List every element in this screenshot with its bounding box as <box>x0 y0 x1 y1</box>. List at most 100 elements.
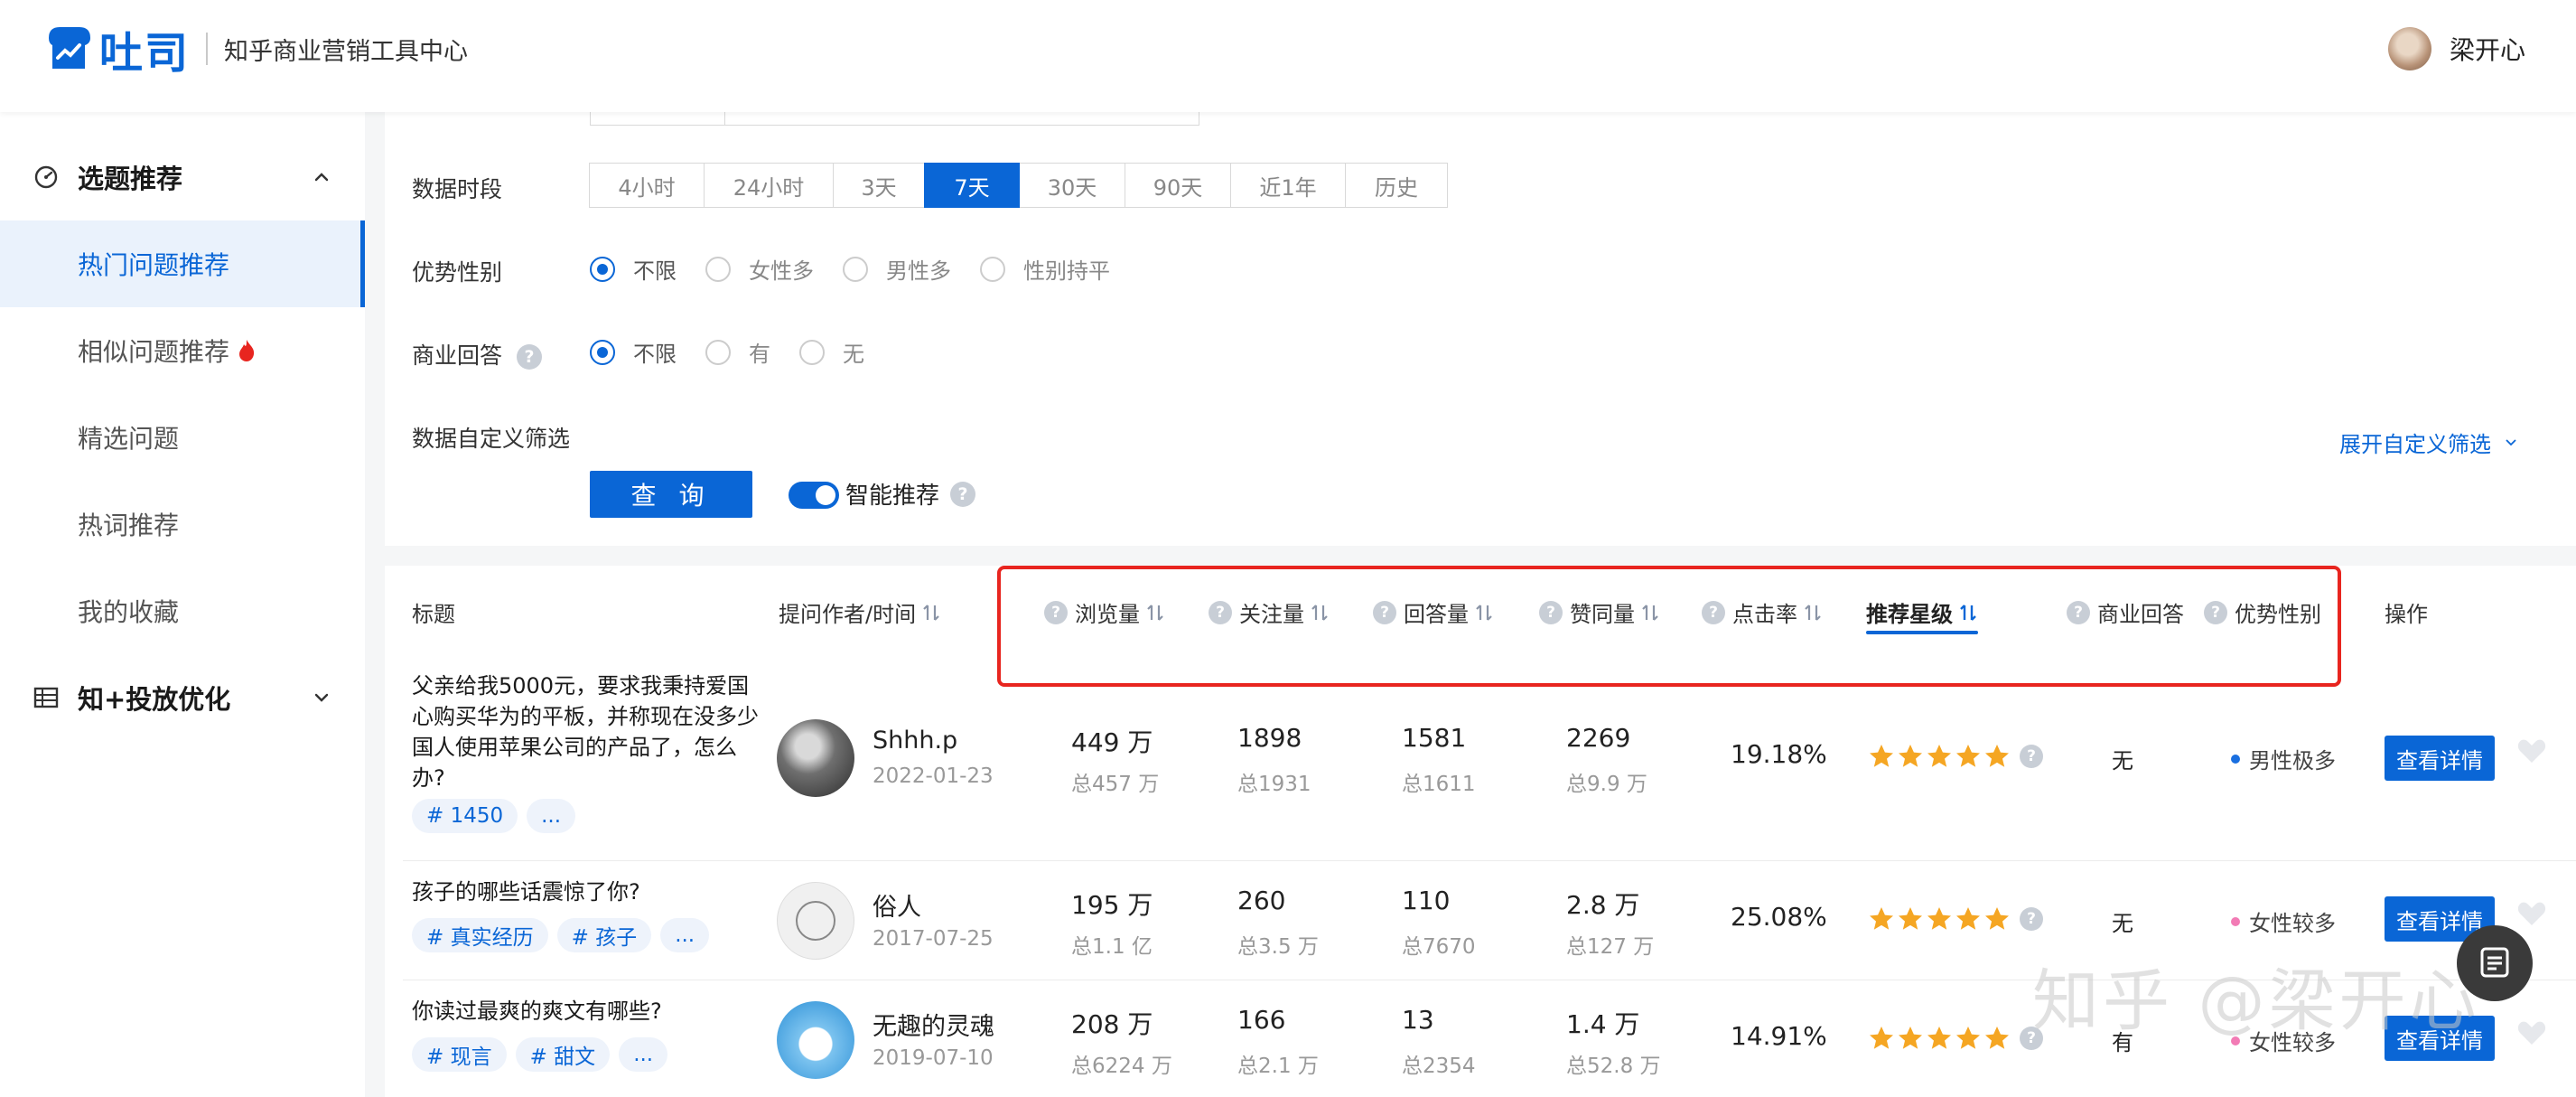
author-avatar[interactable] <box>777 719 854 797</box>
chevron-up-icon[interactable] <box>313 168 331 186</box>
radio-dot[interactable] <box>590 339 615 365</box>
sort-icon[interactable] <box>921 603 941 623</box>
user-menu[interactable]: 梁开心 <box>2387 27 2525 70</box>
radio-dot[interactable] <box>980 256 1005 282</box>
views-value: 195 万 <box>1071 890 1153 920</box>
feedback-float-button[interactable] <box>2457 925 2533 1001</box>
column-header-author[interactable]: 提问作者/时间 <box>779 596 941 628</box>
gender-radio-female[interactable]: 女性多 <box>705 253 814 285</box>
question-title[interactable]: 你读过最爽的爽文有哪些? <box>412 996 762 1027</box>
help-icon[interactable]: ? <box>2020 907 2043 931</box>
question-date: 2022-01-23 <box>873 764 994 788</box>
query-button[interactable]: 查 询 <box>590 471 752 518</box>
heart-icon[interactable] <box>2516 900 2547 927</box>
question-title[interactable]: 父亲给我5000元，要求我秉持爱国心购买华为的平板，并称现在没多少国人使用苹果公… <box>412 670 762 793</box>
time-option-7d[interactable]: 7天 <box>924 163 1020 208</box>
row-divider <box>403 860 2576 861</box>
time-option-4h[interactable]: 4小时 <box>589 163 705 208</box>
author-avatar[interactable] <box>777 882 854 960</box>
star-icon <box>1956 745 1980 767</box>
tag-chip[interactable]: # 现言 <box>412 1037 507 1072</box>
tag-chip[interactable]: # 孩子 <box>556 918 652 952</box>
gender-value: 男性极多 <box>2231 743 2336 774</box>
chevron-down-icon[interactable] <box>313 689 331 707</box>
avatar-ring <box>796 901 835 941</box>
sidebar-item-similar-questions[interactable]: 相似问题推荐 <box>0 307 365 394</box>
sidebar-item-selected-questions[interactable]: 精选问题 <box>0 394 365 481</box>
fire-icon <box>239 340 255 361</box>
author-name[interactable]: 无趣的灵魂 <box>873 1007 994 1042</box>
custom-filter-label: 数据自定义筛选 <box>412 426 571 452</box>
column-header-title: 标题 <box>412 596 455 628</box>
star-icon <box>1985 745 2009 767</box>
expand-link-text[interactable]: 展开自定义筛选 <box>2339 427 2491 458</box>
sidebar-item-favorites[interactable]: 我的收藏 <box>0 567 365 654</box>
time-option-90d[interactable]: 90天 <box>1125 163 1231 208</box>
view-detail-button[interactable]: 查看详情 <box>2385 736 2495 781</box>
help-icon[interactable]: ? <box>516 344 542 370</box>
smart-recommend-toggle[interactable] <box>789 482 839 509</box>
gender-radio-male[interactable]: 男性多 <box>843 253 951 285</box>
smart-recommend-label: 智能推荐 ? <box>845 477 976 511</box>
gender-filter-label: 优势性别 <box>412 259 503 286</box>
expand-custom-filter-link[interactable]: 展开自定义筛选 <box>2339 427 2518 458</box>
author-name[interactable]: Shhh.p <box>873 727 957 755</box>
heart-icon[interactable] <box>2516 1019 2547 1046</box>
tag-chip[interactable]: # 真实经历 <box>412 918 548 952</box>
time-option-24h[interactable]: 24小时 <box>704 163 834 208</box>
author-name[interactable]: 俗人 <box>873 887 921 923</box>
partial-select-left[interactable] <box>590 112 725 126</box>
sidebar-item-hot-words[interactable]: 热词推荐 <box>0 481 365 567</box>
star-rating: ? <box>1868 1025 2043 1052</box>
user-avatar[interactable] <box>2387 27 2431 70</box>
help-icon[interactable]: ? <box>2020 745 2043 768</box>
author-avatar[interactable] <box>777 1001 854 1079</box>
tag-more-chip[interactable]: ... <box>527 799 576 833</box>
watermark: 知乎 @梁开心 <box>2032 962 2480 1040</box>
time-option-history[interactable]: 历史 <box>1345 163 1448 208</box>
star-rating: ? <box>1868 905 2043 933</box>
biz-answer-value: 无 <box>2112 911 2133 936</box>
heart-icon[interactable] <box>2516 737 2547 764</box>
header-text: 操作 <box>2385 602 2428 627</box>
time-option-1y[interactable]: 近1年 <box>1230 163 1346 208</box>
gender-text: 女性较多 <box>2249 911 2336 936</box>
biz-radio-no[interactable]: 无 <box>799 336 864 368</box>
biz-answer-label: 商业回答 ? <box>412 338 542 370</box>
help-icon[interactable]: ? <box>950 481 976 507</box>
user-name[interactable]: 梁开心 <box>2450 31 2525 67</box>
radio-dot[interactable] <box>705 339 731 365</box>
radio-dot[interactable] <box>590 256 615 282</box>
sidebar-item-hot-questions[interactable]: 热门问题推荐 <box>0 220 365 307</box>
gender-radio-balanced[interactable]: 性别持平 <box>980 253 1110 285</box>
radio-label: 不限 <box>633 342 677 367</box>
tag-more-chip[interactable]: ... <box>660 918 710 952</box>
sidebar-group-topic-recommend[interactable]: 选题推荐 <box>0 134 365 220</box>
radio-dot[interactable] <box>843 256 868 282</box>
answers-total: 总2354 <box>1402 1055 1476 1078</box>
logo[interactable]: 吐司 知乎商业营销工具中心 <box>43 23 468 79</box>
tag-list: # 1450 ... <box>412 799 584 833</box>
biz-radio-yes[interactable]: 有 <box>705 336 770 368</box>
tag-more-chip[interactable]: ... <box>619 1037 668 1072</box>
gender-radio-any[interactable]: 不限 <box>590 253 677 285</box>
tag-chip[interactable]: # 1450 <box>412 799 518 833</box>
logo-divider <box>206 33 209 65</box>
time-option-30d[interactable]: 30天 <box>1019 163 1125 208</box>
radio-dot[interactable] <box>799 339 825 365</box>
top-header: 吐司 知乎商业营销工具中心 梁开心 <box>0 0 2576 112</box>
question-title[interactable]: 孩子的哪些话震惊了你? <box>412 877 762 907</box>
tag-chip[interactable]: # 甜文 <box>515 1037 611 1072</box>
filter-panel: 数据时段 4小时 24小时 3天 7天 30天 90天 近1年 历史 优势性别 … <box>385 112 2576 546</box>
sidebar-item-label: 热词推荐 <box>78 511 180 540</box>
biz-radio-any[interactable]: 不限 <box>590 336 677 368</box>
follows-total: 总2.1 万 <box>1237 1055 1319 1078</box>
radio-dot[interactable] <box>705 256 731 282</box>
sidebar-group-ad-optimization[interactable]: 知+投放优化 <box>0 654 365 741</box>
star-icon <box>1927 1027 1951 1049</box>
star-icon <box>1956 1027 1980 1049</box>
partial-select-right[interactable] <box>724 112 1199 126</box>
sidebar-group-label: 知+投放优化 <box>78 684 231 715</box>
follows-value: 260 <box>1237 886 1286 915</box>
time-option-3d[interactable]: 3天 <box>833 163 925 208</box>
